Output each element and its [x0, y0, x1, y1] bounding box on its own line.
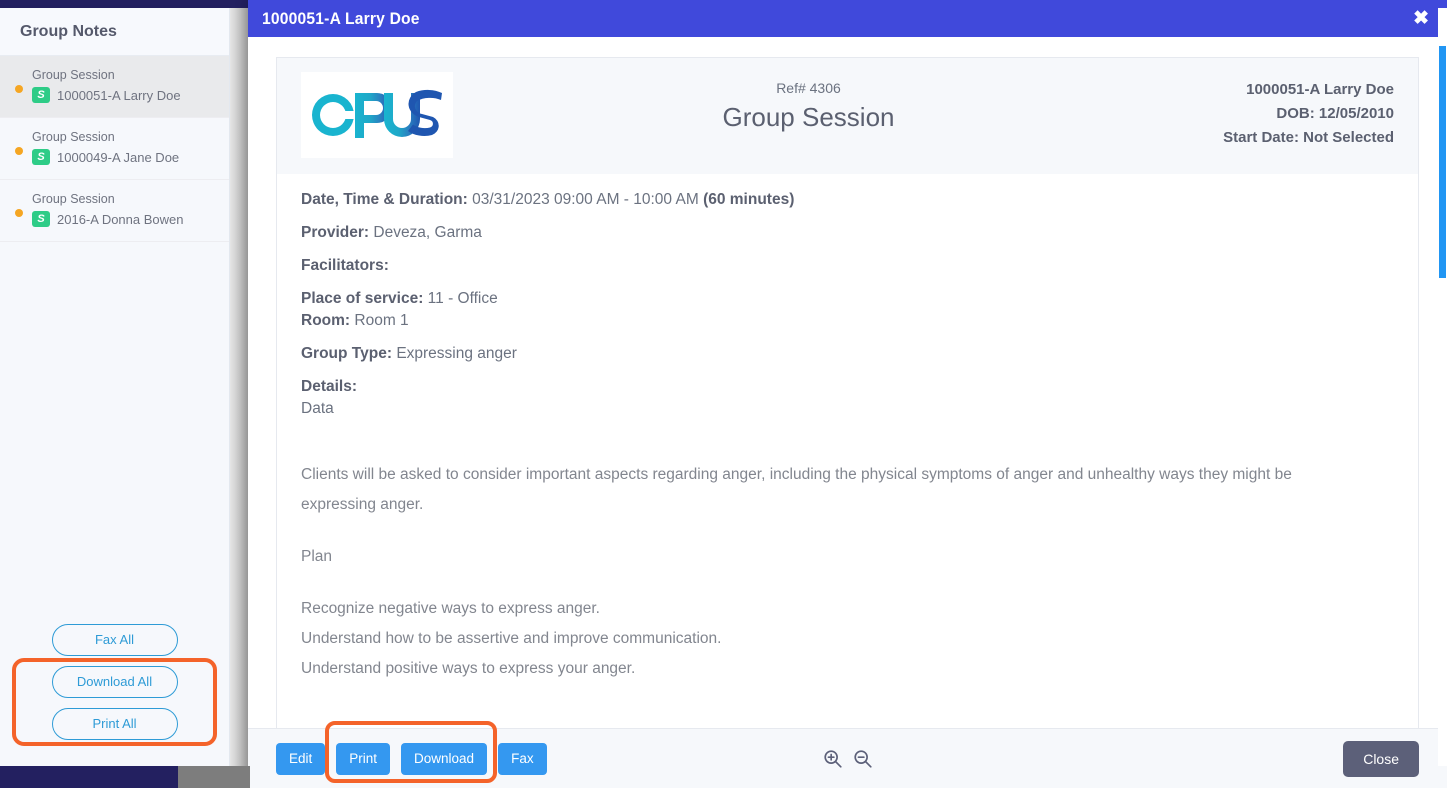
opus-logo — [301, 72, 453, 158]
field-place-of-service: Place of service: 11 - Office — [301, 289, 1394, 309]
field-duration: (60 minutes) — [703, 191, 795, 208]
edit-button[interactable]: Edit — [276, 742, 326, 775]
modal-title: 1000051-A Larry Doe — [262, 8, 420, 28]
note-list-item-3[interactable]: Group Session S 2016-A Donna Bowen — [0, 180, 229, 242]
group-notes-sidebar: Group Notes Group Session S 1000051-A La… — [0, 8, 230, 766]
field-facilitators: Facilitators: — [301, 256, 1394, 276]
plan-line-2: Understand how to be assertive and impro… — [301, 630, 722, 647]
field-facilitators-label: Facilitators: — [301, 257, 389, 274]
modal-body: Ref# 4306 Group Session 1000051-A Larry … — [248, 37, 1447, 728]
note-type-label: Group Session — [32, 130, 115, 144]
download-button[interactable]: Download — [401, 742, 488, 775]
close-button[interactable]: Close — [1343, 740, 1419, 777]
plan-line-1: Recognize negative ways to express anger… — [301, 600, 600, 617]
field-datetime-label: Date, Time & Duration: — [301, 191, 468, 208]
page-scrollbar-track[interactable] — [1438, 8, 1447, 766]
bottom-navy-bar — [0, 766, 178, 788]
note-list-item-1[interactable]: Group Session S 1000051-A Larry Doe — [0, 56, 229, 118]
session-badge: S — [32, 87, 50, 103]
field-details-value: Data — [301, 400, 334, 417]
print-all-button[interactable]: Print All — [51, 708, 178, 740]
page-scrollbar-thumb[interactable] — [1439, 46, 1446, 278]
note-patient-name: 1000049-A Jane Doe — [57, 149, 180, 165]
reference-number: Ref# 4306 — [776, 80, 841, 96]
fax-button[interactable]: Fax — [498, 742, 547, 775]
body-paragraph-1: Clients will be asked to consider import… — [301, 466, 1292, 513]
field-place-label: Place of service: — [301, 290, 424, 307]
close-icon[interactable]: ✖ — [1409, 7, 1433, 30]
zoom-out-icon[interactable] — [852, 748, 874, 770]
field-provider: Provider: Deveza, Garma — [301, 223, 1394, 243]
document-type-title: Group Session — [722, 102, 895, 132]
patient-info-block: 1000051-A Larry Doe DOB: 12/05/2010 Star… — [1164, 72, 1394, 150]
download-all-button[interactable]: Download All — [51, 666, 178, 698]
field-group-type-label: Group Type: — [301, 345, 392, 362]
note-patient-name: 2016-A Donna Bowen — [57, 211, 184, 227]
field-group-type-value: Expressing anger — [396, 345, 517, 362]
status-dot-icon — [15, 209, 23, 217]
document-preview-card: Ref# 4306 Group Session 1000051-A Larry … — [276, 57, 1419, 728]
field-datetime: Date, Time & Duration: 03/31/2023 09:00 … — [301, 190, 1394, 210]
patient-name: 1000051-A Larry Doe — [1246, 81, 1394, 98]
app-background: Group Notes Group Session S 1000051-A La… — [0, 0, 1447, 788]
patient-dob: DOB: 12/05/2010 — [1276, 105, 1394, 122]
modal-header: 1000051-A Larry Doe ✖ — [248, 0, 1447, 37]
plan-line-3: Understand positive ways to express your… — [301, 660, 636, 677]
field-place-value: 11 - Office — [427, 290, 498, 307]
modal-footer: Edit Print Download Fax Close — [248, 721, 1447, 788]
field-provider-label: Provider: — [301, 224, 370, 241]
note-type-label: Group Session — [32, 192, 115, 206]
document-header: Ref# 4306 Group Session 1000051-A Larry … — [277, 58, 1418, 174]
field-provider-value: Deveza, Garma — [373, 224, 482, 241]
field-details-label: Details: — [301, 378, 357, 395]
note-list-item-2[interactable]: Group Session S 1000049-A Jane Doe — [0, 118, 229, 180]
print-button[interactable]: Print — [336, 742, 391, 775]
session-badge: S — [32, 211, 50, 227]
field-room-value: Room 1 — [354, 312, 409, 329]
zoom-in-icon[interactable] — [822, 748, 844, 770]
status-dot-icon — [15, 85, 23, 93]
sidebar-title: Group Notes — [0, 8, 229, 56]
fax-all-button[interactable]: Fax All — [51, 624, 178, 656]
plan-heading: Plan — [301, 548, 333, 565]
note-type-label: Group Session — [32, 68, 115, 82]
document-title-block: Ref# 4306 Group Session — [453, 72, 1164, 133]
patient-start-date: Start Date: Not Selected — [1223, 129, 1394, 146]
note-preview-modal: 1000051-A Larry Doe ✖ Ref# 4306 Group Se… — [248, 0, 1447, 788]
field-room: Room: Room 1 — [301, 311, 1394, 331]
note-patient-name: 1000051-A Larry Doe — [57, 87, 181, 103]
zoom-controls — [822, 748, 874, 770]
opus-logo-icon — [312, 89, 442, 138]
session-badge: S — [32, 149, 50, 165]
field-details: Details: — [301, 377, 1394, 397]
status-dot-icon — [15, 147, 23, 155]
field-room-label: Room: — [301, 312, 351, 329]
modal-backdrop-shadow — [230, 8, 248, 766]
sidebar-action-buttons: Fax All Download All Print All — [0, 624, 229, 756]
document-content: Date, Time & Duration: 03/31/2023 09:00 … — [277, 174, 1418, 684]
field-datetime-value: 03/31/2023 09:00 AM - 10:00 AM — [472, 191, 699, 208]
bottom-gray-bar — [178, 766, 250, 788]
field-group-type: Group Type: Expressing anger — [301, 344, 1394, 364]
